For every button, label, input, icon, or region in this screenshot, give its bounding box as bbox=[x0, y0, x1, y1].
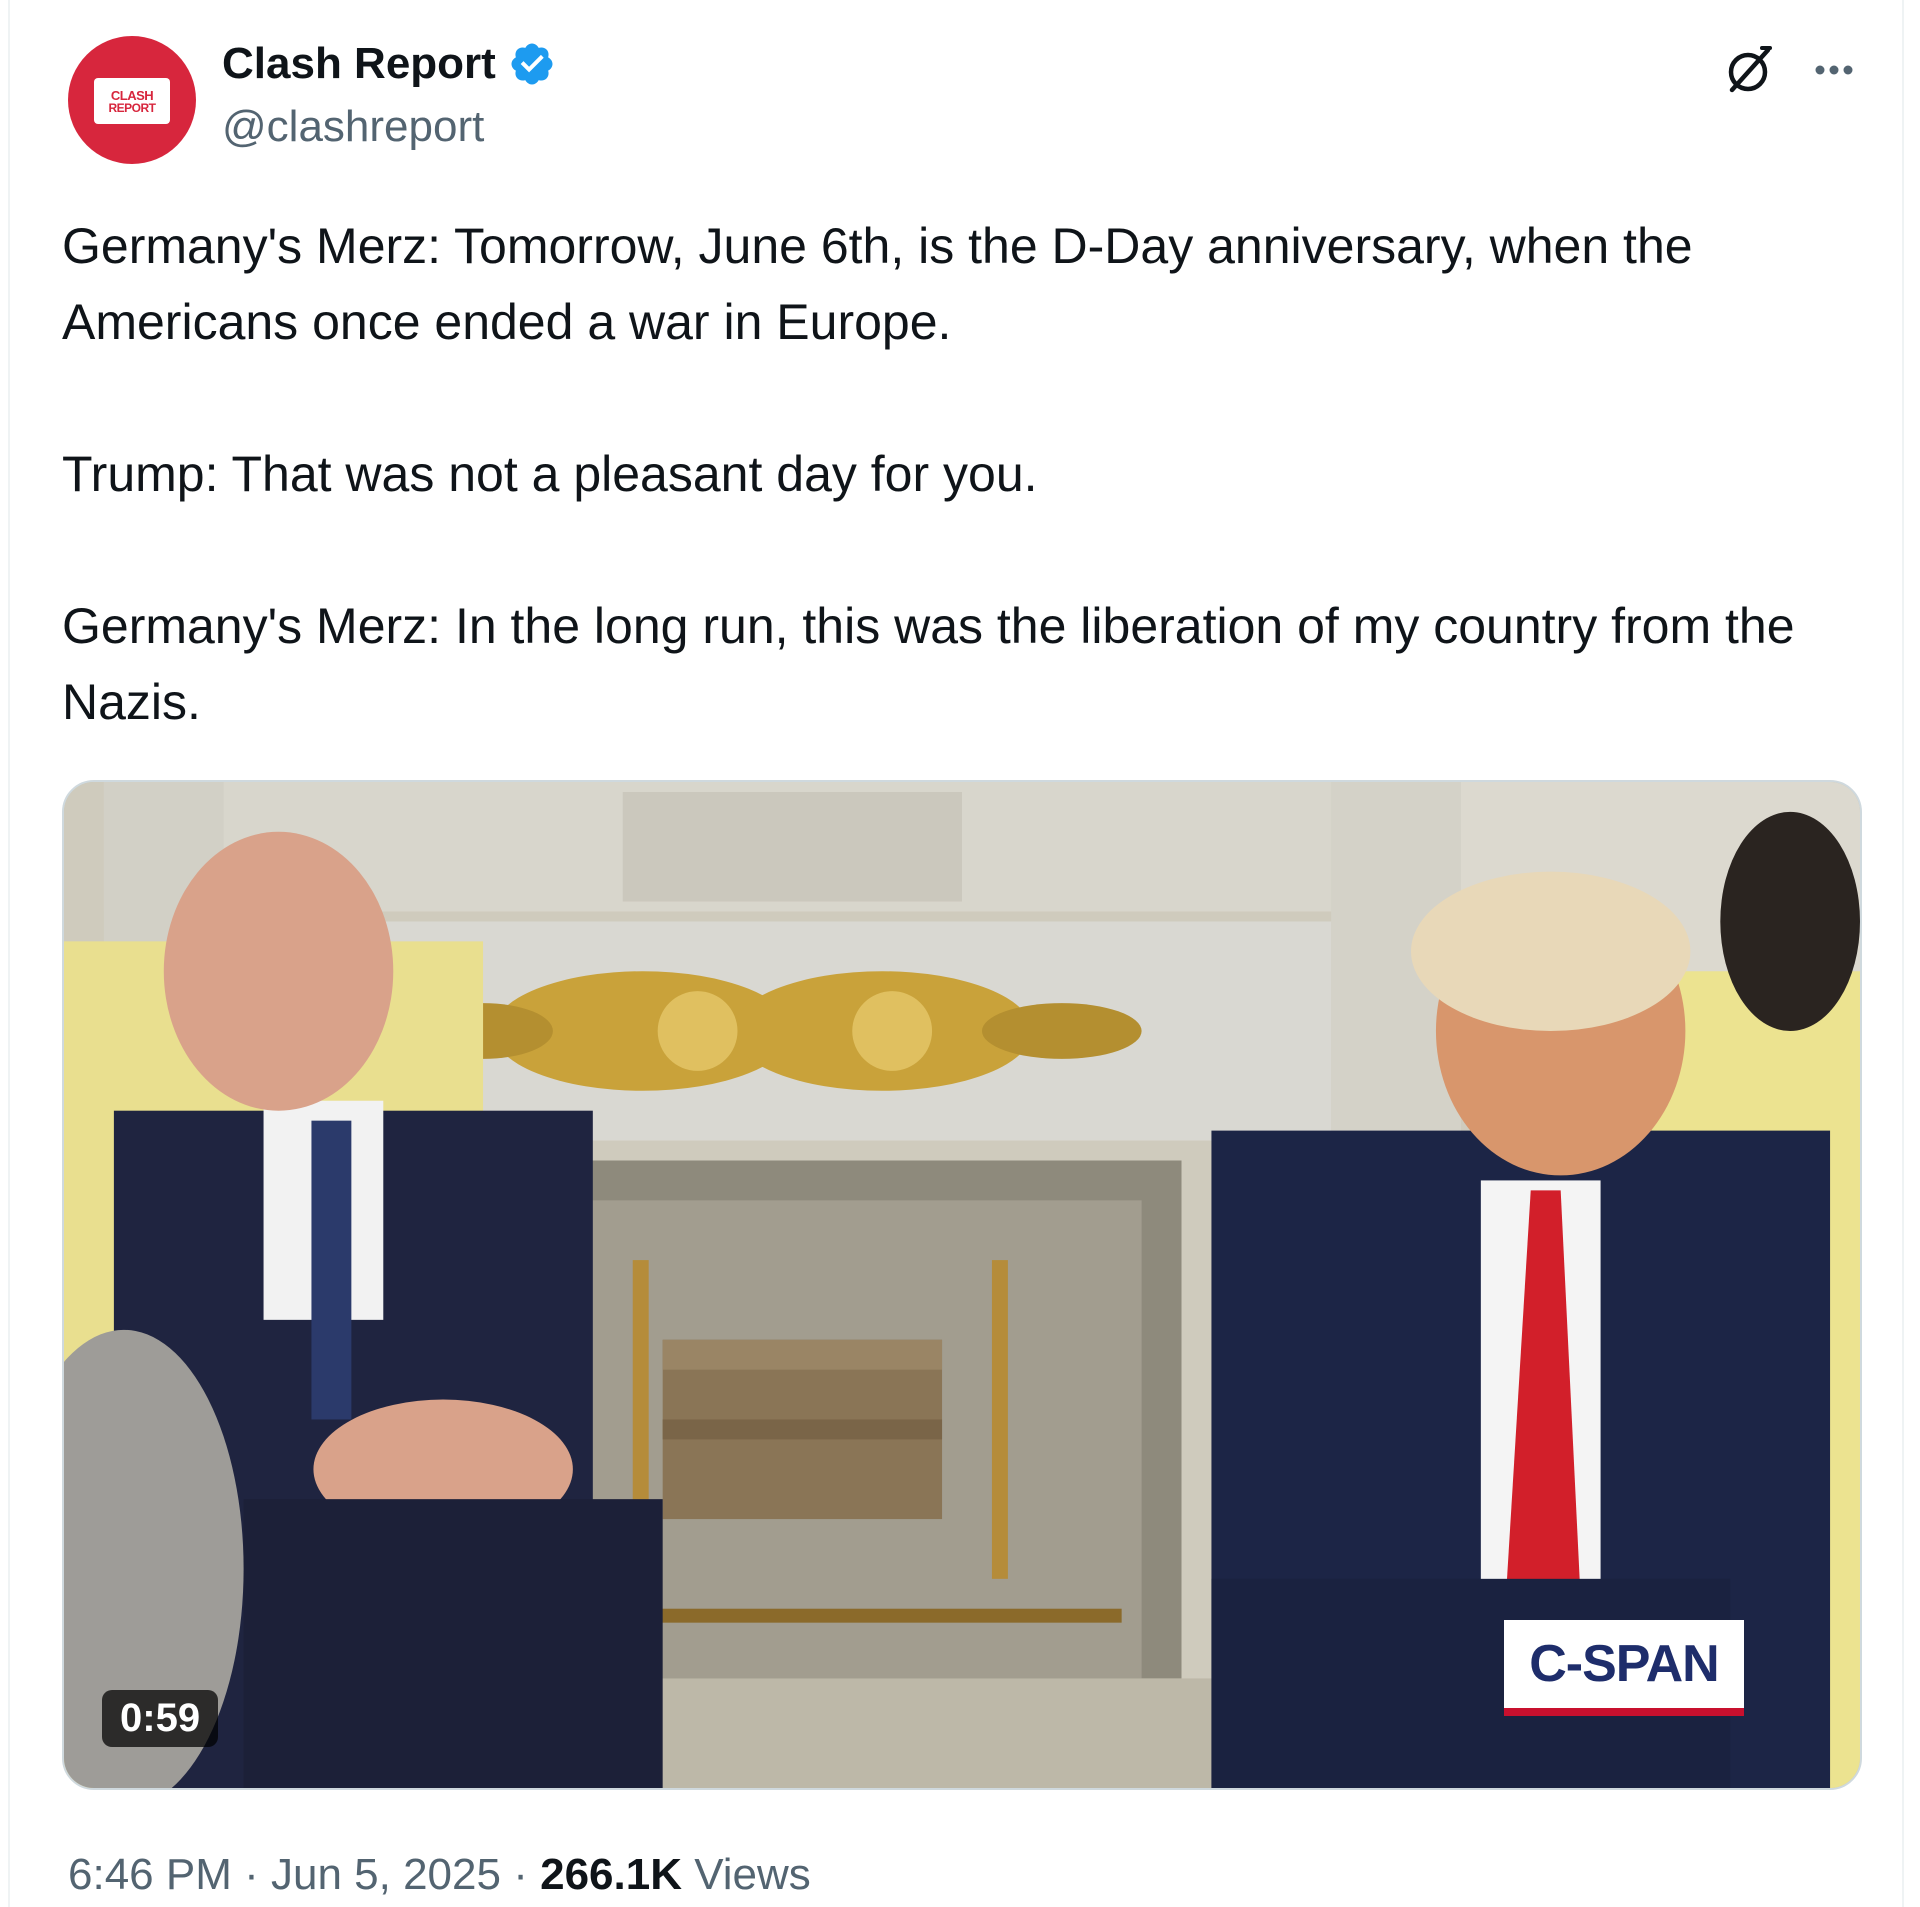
author-display-name[interactable]: Clash Report bbox=[222, 39, 496, 89]
tweet-meta: 6:46 PM · Jun 5, 2025 · 266.1K Views bbox=[68, 1850, 811, 1900]
tweet-paragraph-3: Germany's Merz: In the long run, this wa… bbox=[62, 598, 1795, 730]
avatar-text-line2: REPORT bbox=[108, 100, 156, 115]
author-handle[interactable]: @clashreport bbox=[222, 102, 484, 152]
avatar-text-line1: CLASH bbox=[110, 87, 154, 103]
tweet-paragraph-2: Trump: That was not a pleasant day for y… bbox=[62, 446, 1038, 502]
avatar[interactable]: CLASH REPORT bbox=[68, 36, 196, 164]
more-icon[interactable] bbox=[1806, 42, 1862, 98]
tweet-card: CLASH REPORT Clash Report @clashreport G… bbox=[8, 0, 1904, 1907]
tweet-time[interactable]: 6:46 PM bbox=[68, 1850, 232, 1899]
views-label: Views bbox=[694, 1850, 811, 1899]
avatar-logo: CLASH REPORT bbox=[94, 78, 170, 124]
meta-separator: · bbox=[244, 1850, 259, 1899]
tweet-paragraph-1: Germany's Merz: Tomorrow, June 6th, is t… bbox=[62, 218, 1693, 350]
grok-icon[interactable] bbox=[1722, 42, 1778, 98]
video-player[interactable]: 0:59 C-SPAN bbox=[62, 780, 1862, 1790]
verified-badge-icon bbox=[511, 43, 553, 85]
tweet-text: Germany's Merz: Tomorrow, June 6th, is t… bbox=[62, 208, 1862, 740]
watermark-logo: C-SPAN bbox=[1504, 1620, 1744, 1716]
author-name-row: Clash Report bbox=[222, 36, 556, 92]
meta-separator: · bbox=[513, 1850, 528, 1899]
video-duration: 0:59 bbox=[102, 1690, 219, 1747]
tweet-date[interactable]: Jun 5, 2025 bbox=[271, 1850, 501, 1899]
views-count[interactable]: 266.1K bbox=[540, 1850, 682, 1899]
